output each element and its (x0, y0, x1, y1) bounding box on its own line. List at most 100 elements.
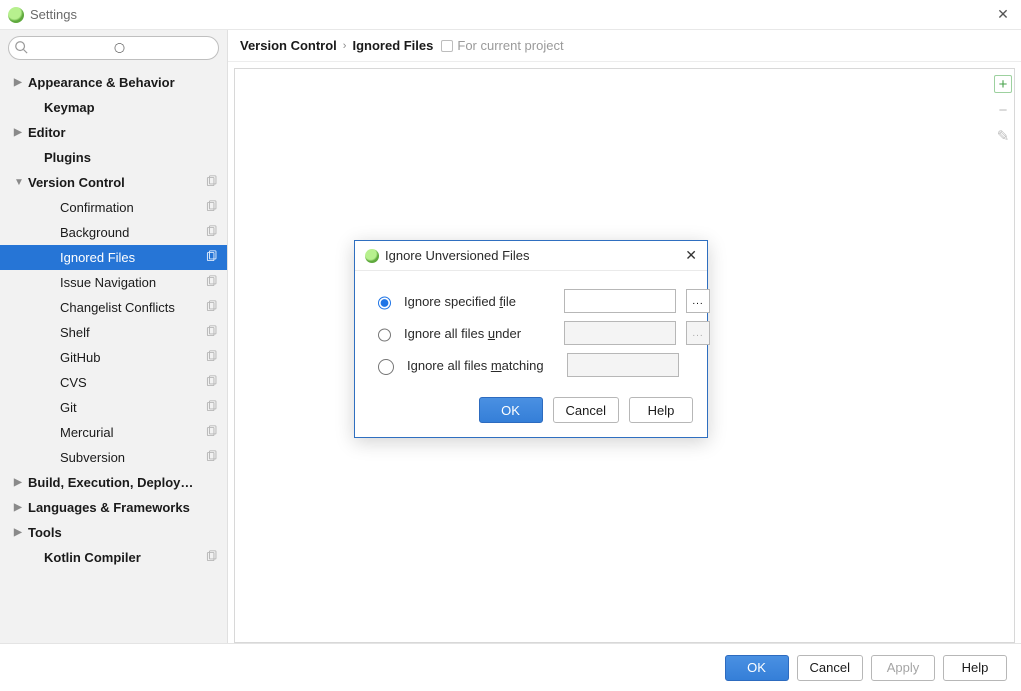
tree-item-label: Shelf (60, 325, 201, 340)
browse-all-under-button: ... (686, 321, 710, 345)
tree-item-label: Appearance & Behavior (28, 75, 201, 90)
copy-settings-icon[interactable] (205, 200, 219, 214)
dialog-titlebar: Ignore Unversioned Files ✕ (355, 241, 707, 271)
scope-label: For current project (441, 38, 563, 53)
copy-settings-icon[interactable] (205, 375, 219, 389)
chevron-right-icon[interactable]: ▶ (14, 502, 26, 513)
field-ignore-specified-file[interactable] (564, 289, 676, 313)
field-ignore-all-under (564, 321, 676, 345)
app-icon (365, 249, 379, 263)
option-ignore-matching: Ignore all files matching (373, 349, 691, 381)
tree-item-label: Ignored Files (60, 250, 201, 265)
option-ignore-all-under: Ignore all files under ... (373, 317, 691, 349)
tree-item-label: Tools (28, 525, 201, 540)
tree-item-label: Mercurial (60, 425, 201, 440)
tree-item-git[interactable]: Git (0, 395, 227, 420)
dialog-ok-button[interactable]: OK (479, 397, 543, 423)
radio-ignore-all-under[interactable] (378, 327, 391, 343)
project-scope-icon (441, 40, 453, 52)
tree-item-issue-navigation[interactable]: Issue Navigation (0, 270, 227, 295)
tree-item-keymap[interactable]: Keymap (0, 95, 227, 120)
copy-settings-icon[interactable] (205, 300, 219, 314)
search-icon (14, 40, 28, 54)
panel-toolbar: + − ✎ (992, 69, 1014, 145)
copy-settings-icon[interactable] (205, 275, 219, 289)
chevron-right-icon[interactable]: ▶ (14, 77, 26, 88)
tree-item-tools[interactable]: ▶Tools (0, 520, 227, 545)
close-icon[interactable]: ✕ (993, 6, 1013, 23)
tree-item-label: GitHub (60, 350, 201, 365)
copy-settings-icon[interactable] (205, 175, 219, 189)
window-title: Settings (30, 7, 77, 22)
ok-button[interactable]: OK (725, 655, 789, 681)
chevron-down-icon[interactable]: ▼ (14, 177, 26, 188)
chevron-right-icon[interactable]: ▶ (14, 127, 26, 138)
chevron-right-icon[interactable]: ▶ (14, 477, 26, 488)
tree-item-label: Build, Execution, Deployment (28, 475, 201, 490)
tree-item-label: CVS (60, 375, 201, 390)
copy-settings-icon[interactable] (205, 350, 219, 364)
tree-item-label: Version Control (28, 175, 201, 190)
label-ignore-specified-file: Ignore specified file (404, 294, 554, 309)
dialog-button-bar: OK Cancel Help (355, 387, 707, 437)
tree-item-shelf[interactable]: Shelf (0, 320, 227, 345)
app-icon (8, 7, 24, 23)
tree-item-kotlin-compiler[interactable]: Kotlin Compiler (0, 545, 227, 570)
copy-settings-icon[interactable] (205, 425, 219, 439)
tree-item-subversion[interactable]: Subversion (0, 445, 227, 470)
tree-item-mercurial[interactable]: Mercurial (0, 420, 227, 445)
tree-item-label: Kotlin Compiler (44, 550, 201, 565)
breadcrumb-current: Ignored Files (352, 38, 433, 53)
tree-item-label: Keymap (44, 100, 201, 115)
tree-item-version-control[interactable]: ▼Version Control (0, 170, 227, 195)
help-button[interactable]: Help (943, 655, 1007, 681)
settings-button-bar: OK Cancel Apply Help (0, 643, 1021, 691)
tree-item-changelist-conflicts[interactable]: Changelist Conflicts (0, 295, 227, 320)
dialog-title: Ignore Unversioned Files (385, 248, 685, 263)
tree-item-label: Plugins (44, 150, 201, 165)
tree-item-label: Languages & Frameworks (28, 500, 201, 515)
breadcrumb: Version Control › Ignored Files For curr… (228, 30, 1021, 62)
copy-settings-icon[interactable] (205, 450, 219, 464)
tree-item-label: Editor (28, 125, 201, 140)
copy-settings-icon[interactable] (205, 250, 219, 264)
tree-item-editor[interactable]: ▶Editor (0, 120, 227, 145)
settings-search-input[interactable] (8, 36, 219, 60)
tree-item-label: Background (60, 225, 201, 240)
tree-item-github[interactable]: GitHub (0, 345, 227, 370)
copy-settings-icon[interactable] (205, 325, 219, 339)
tree-item-languages-frameworks[interactable]: ▶Languages & Frameworks (0, 495, 227, 520)
tree-item-cvs[interactable]: CVS (0, 370, 227, 395)
tree-item-label: Confirmation (60, 200, 201, 215)
apply-button: Apply (871, 655, 935, 681)
ignore-unversioned-dialog: Ignore Unversioned Files ✕ Ignore specif… (354, 240, 708, 438)
label-ignore-matching: Ignore all files matching (407, 358, 557, 373)
browse-specified-file-button[interactable]: ... (686, 289, 710, 313)
cancel-button[interactable]: Cancel (797, 655, 863, 681)
settings-sidebar: ▶Appearance & BehaviorKeymap▶EditorPlugi… (0, 30, 228, 643)
breadcrumb-parent[interactable]: Version Control (240, 38, 337, 53)
tree-item-appearance-behavior[interactable]: ▶Appearance & Behavior (0, 70, 227, 95)
copy-settings-icon[interactable] (205, 225, 219, 239)
tree-item-ignored-files[interactable]: Ignored Files (0, 245, 227, 270)
tree-item-confirmation[interactable]: Confirmation (0, 195, 227, 220)
radio-ignore-matching[interactable] (378, 359, 394, 375)
close-icon[interactable]: ✕ (685, 247, 697, 264)
scope-text: For current project (457, 38, 563, 53)
tree-item-label: Git (60, 400, 201, 415)
dialog-cancel-button[interactable]: Cancel (553, 397, 619, 423)
tree-item-background[interactable]: Background (0, 220, 227, 245)
copy-settings-icon[interactable] (205, 400, 219, 414)
tree-item-build-execution-deployment[interactable]: ▶Build, Execution, Deployment (0, 470, 227, 495)
chevron-right-icon[interactable]: ▶ (14, 527, 26, 538)
radio-ignore-specified-file[interactable] (378, 295, 391, 311)
tree-item-label: Issue Navigation (60, 275, 201, 290)
dialog-help-button[interactable]: Help (629, 397, 693, 423)
remove-button: − (994, 101, 1012, 119)
add-button[interactable]: + (994, 75, 1012, 93)
tree-item-label: Changelist Conflicts (60, 300, 201, 315)
copy-settings-icon[interactable] (205, 550, 219, 564)
titlebar: Settings ✕ (0, 0, 1021, 30)
tree-item-plugins[interactable]: Plugins (0, 145, 227, 170)
tree-item-label: Subversion (60, 450, 201, 465)
